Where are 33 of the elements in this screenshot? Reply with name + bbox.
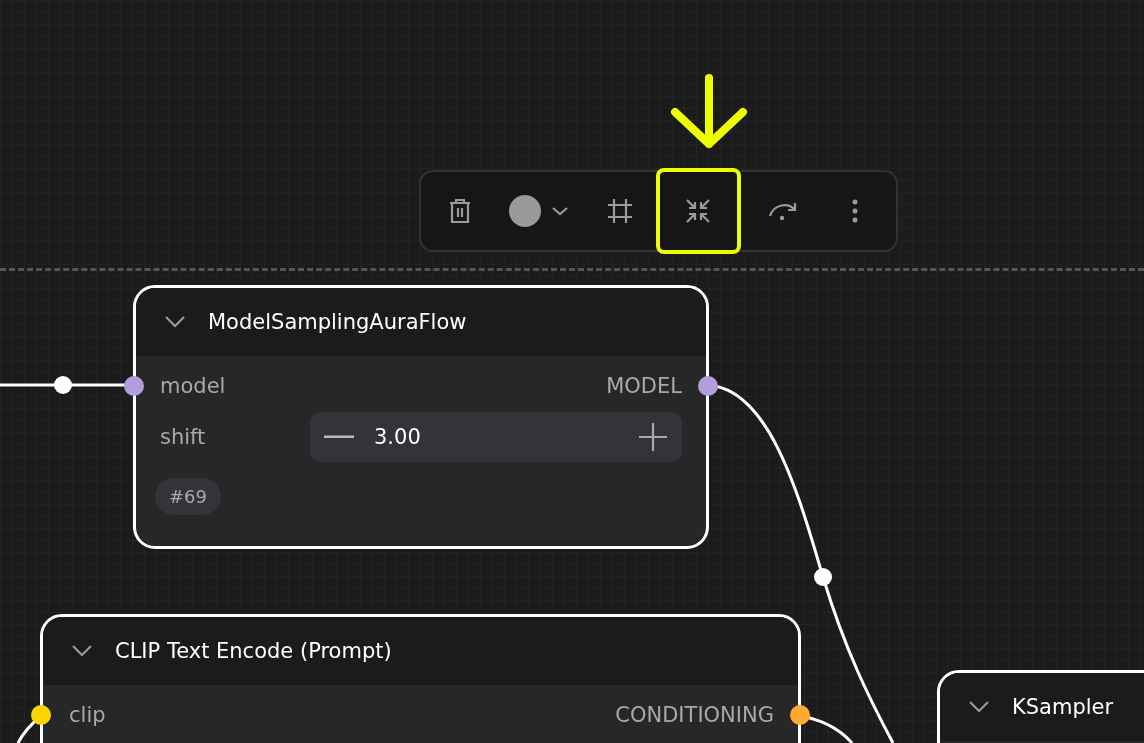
output-label: MODEL: [606, 374, 682, 398]
input-label: model: [160, 374, 226, 398]
node-title: KSampler: [1012, 695, 1114, 719]
minus-icon[interactable]: [324, 435, 354, 439]
output-slot[interactable]: [698, 376, 718, 396]
node-id-badge: #69: [155, 478, 221, 515]
node-card[interactable]: ModelSamplingAuraFlow model MODEL shift 3.00 #69: [133, 285, 709, 549]
output-label: CONDITIONING: [615, 703, 774, 727]
input-slot[interactable]: [31, 705, 51, 725]
chevron-icon[interactable]: [968, 700, 990, 714]
pointer-arrow-icon: [669, 74, 749, 150]
color-swatch-icon: [509, 195, 542, 227]
number-value[interactable]: 3.00: [374, 425, 421, 449]
caret-icon: [551, 206, 570, 216]
node-card[interactable]: KSampler: [937, 670, 1144, 743]
collapse-button[interactable]: [655, 168, 741, 254]
hash-frame-icon: [606, 198, 633, 224]
node-title: CLIP Text Encode (Prompt): [115, 639, 392, 663]
chevron-icon[interactable]: [71, 644, 93, 658]
plus-icon[interactable]: [638, 422, 668, 452]
node-card[interactable]: CLIP Text Encode (Prompt) clip CONDITIONING: [40, 614, 801, 743]
chevron-icon[interactable]: [164, 315, 186, 329]
output-slot[interactable]: [790, 705, 810, 725]
shrink-arrows-icon: [685, 198, 712, 224]
input-slot[interactable]: [124, 376, 144, 396]
reroute-dot[interactable]: [814, 568, 832, 586]
reroute-dot[interactable]: [54, 376, 72, 394]
node-title: ModelSamplingAuraFlow: [208, 310, 467, 334]
redo-arc-icon: [767, 200, 798, 222]
widget-label: shift: [160, 425, 207, 449]
trash-icon: [448, 198, 471, 224]
input-label: clip: [69, 703, 106, 727]
more-icon: [852, 199, 859, 223]
